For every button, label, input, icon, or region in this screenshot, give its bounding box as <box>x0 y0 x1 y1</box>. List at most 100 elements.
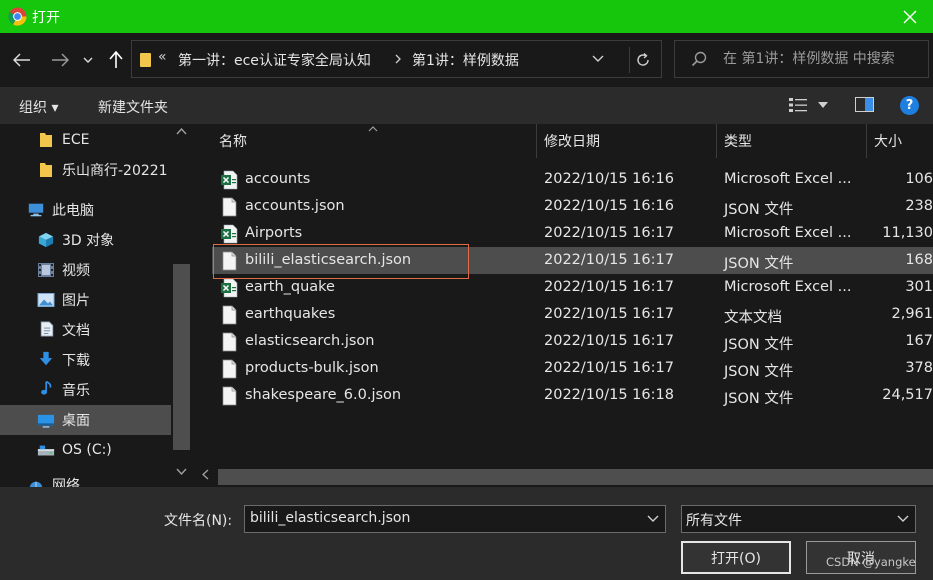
file-row[interactable]: accounts 2022/10/15 16:16 Microsoft Excel … <box>212 166 933 193</box>
view-options-icon[interactable] <box>788 97 808 113</box>
chevron-up-icon[interactable] <box>176 128 187 135</box>
sidebar-scroll-thumb[interactable] <box>173 264 190 450</box>
file-name: accounts <box>245 171 311 187</box>
recent-locations-button[interactable] <box>78 47 98 73</box>
file-name: accounts.json <box>245 198 345 214</box>
horizontal-scroll-thumb[interactable] <box>218 469 933 485</box>
picture-icon <box>37 293 55 307</box>
open-button[interactable]: 打开(O) <box>681 541 791 574</box>
forward-button[interactable] <box>46 47 74 73</box>
file-name: elasticsearch.json <box>245 333 375 349</box>
search-input[interactable] <box>723 49 923 69</box>
column-separator[interactable] <box>866 124 867 158</box>
filetype-select[interactable]: 所有文件 <box>681 505 916 533</box>
file-row[interactable]: products-bulk.json 2022/10/15 16:17 JSON 文… <box>212 355 933 382</box>
sidebar-item-pictures[interactable]: 图片 <box>0 285 171 315</box>
preview-pane-icon[interactable] <box>855 97 874 112</box>
filename-input[interactable]: bilili_elasticsearch.json <box>250 510 410 526</box>
excel-file-icon <box>221 224 238 244</box>
file-date: 2022/10/15 16:17 <box>544 225 674 241</box>
sort-ascending-icon <box>368 126 378 132</box>
file-row[interactable]: accounts.json 2022/10/15 16:16 JSON 文件 238 <box>212 193 933 220</box>
breadcrumb-level-2[interactable]: 第1讲：样例数据 <box>412 50 519 70</box>
file-name: earth_quake <box>245 279 335 295</box>
column-header-size[interactable]: 大小 <box>874 124 902 158</box>
file-size: 378 <box>905 360 933 376</box>
close-button[interactable] <box>887 0 933 33</box>
sidebar-item-3d-objects[interactable]: 3D 对象 <box>0 225 171 255</box>
file-icon <box>222 197 237 217</box>
sidebar-item-this-pc[interactable]: 此电脑 <box>0 195 171 225</box>
file-icon <box>222 359 237 379</box>
chevron-right-icon[interactable] <box>395 54 402 64</box>
chevron-down-icon[interactable] <box>897 515 909 523</box>
watermark: CSDN @yangke <box>826 555 916 569</box>
file-row[interactable]: Airports 2022/10/15 16:17 Microsoft Excel … <box>212 220 933 247</box>
new-folder-button[interactable]: 新建文件夹 <box>98 97 168 117</box>
filename-combobox[interactable]: bilili_elasticsearch.json <box>244 505 666 533</box>
up-button[interactable] <box>102 47 130 73</box>
file-date: 2022/10/15 16:17 <box>544 279 674 295</box>
sidebar-item-documents[interactable]: 文档 <box>0 315 171 345</box>
file-type: 文本文档 <box>724 310 782 326</box>
chevron-down-icon[interactable] <box>592 55 604 63</box>
window-title: 打开 <box>32 10 60 26</box>
column-separator[interactable] <box>716 124 717 158</box>
arrow-up-icon <box>109 51 123 68</box>
music-icon <box>41 380 52 395</box>
sidebar-item-label: 3D 对象 <box>62 233 115 249</box>
sidebar-item-music[interactable]: 音乐 <box>0 375 171 405</box>
sidebar-item-leshan[interactable]: 乐山商行-20221 <box>0 155 171 185</box>
file-icon <box>222 386 237 406</box>
file-type: Microsoft Excel ... <box>724 225 852 241</box>
file-icon <box>222 332 237 352</box>
refresh-icon <box>636 52 649 66</box>
chevron-down-icon[interactable] <box>176 468 187 475</box>
column-separator[interactable] <box>536 124 537 158</box>
computer-icon <box>28 203 44 217</box>
file-row[interactable]: elasticsearch.json 2022/10/15 16:17 JSON 文… <box>212 328 933 355</box>
sidebar-scrollbar[interactable] <box>171 124 192 487</box>
file-name: Airports <box>245 225 303 241</box>
back-button[interactable] <box>8 47 36 73</box>
file-size: 2,961 <box>891 306 933 322</box>
file-row[interactable]: earthquakes 2022/10/15 16:17 文本文档 2,961 <box>212 301 933 328</box>
search-box[interactable] <box>674 40 929 78</box>
horizontal-scrollbar[interactable] <box>192 466 933 487</box>
file-date: 2022/10/15 16:18 <box>544 387 674 403</box>
column-header-name[interactable]: 名称 <box>219 124 247 158</box>
chrome-icon <box>8 7 27 26</box>
sidebar-item-videos[interactable]: 视频 <box>0 255 171 285</box>
file-date: 2022/10/15 16:16 <box>544 198 674 214</box>
file-type: JSON 文件 <box>724 364 794 380</box>
file-row[interactable]: shakespeare_6.0.json 2022/10/15 16:18 JSON… <box>212 382 933 409</box>
sidebar-item-label: ECE <box>62 132 90 148</box>
column-header-date[interactable]: 修改日期 <box>544 124 600 158</box>
close-icon <box>903 10 917 23</box>
selection-highlight-box <box>213 244 469 279</box>
arrow-right-icon <box>52 53 69 67</box>
excel-file-icon <box>221 170 238 190</box>
column-header-type[interactable]: 类型 <box>724 124 752 158</box>
file-size: 168 <box>905 252 933 268</box>
sidebar-item-label: 音乐 <box>62 383 90 399</box>
chevron-down-icon[interactable] <box>647 515 659 523</box>
address-bar[interactable]: « 第一讲：ece认证专家全局认知 第1讲：样例数据 <box>131 40 662 78</box>
address-overflow[interactable]: « <box>158 49 167 65</box>
help-button[interactable]: ? <box>900 96 919 115</box>
organize-menu[interactable]: 组织 ▾ <box>19 97 58 117</box>
file-type: JSON 文件 <box>724 202 794 218</box>
sidebar-item-downloads[interactable]: 下载 <box>0 345 171 375</box>
chevron-left-icon[interactable] <box>202 469 209 480</box>
refresh-button[interactable] <box>629 47 655 73</box>
sidebar-item-network[interactable]: 网络 <box>0 475 171 487</box>
filename-label: 文件名(N): <box>164 513 233 529</box>
file-size: 106 <box>905 171 933 187</box>
drive-icon <box>37 445 55 456</box>
sidebar-item-os-c[interactable]: OS (C:) <box>0 435 171 465</box>
breadcrumb-level-1[interactable]: 第一讲：ece认证专家全局认知 <box>178 50 371 70</box>
sidebar-item-desktop[interactable]: 桌面 <box>0 405 171 435</box>
sidebar-item-label: 下载 <box>62 353 90 369</box>
caret-down-icon[interactable] <box>818 102 828 108</box>
sidebar-item-ece[interactable]: ECE <box>0 125 171 155</box>
